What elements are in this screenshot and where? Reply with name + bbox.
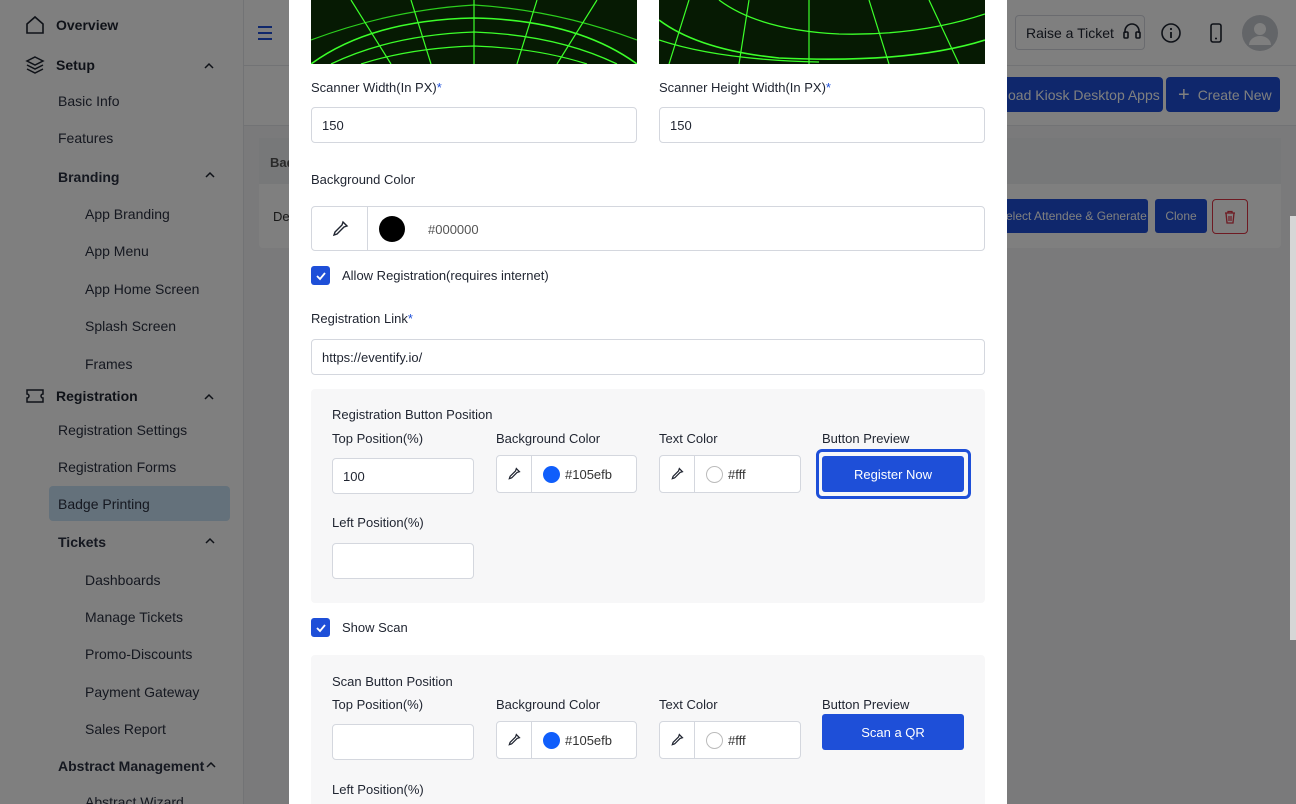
- page-scrollbar[interactable]: [1290, 216, 1296, 640]
- color-swatch[interactable]: [706, 732, 723, 749]
- registration-link-label: Registration Link*: [311, 311, 413, 326]
- scan-left-position-label: Left Position(%): [332, 782, 424, 797]
- color-swatch[interactable]: [543, 466, 560, 483]
- color-hex-value: #000000: [428, 222, 479, 237]
- check-icon: [315, 623, 326, 632]
- scanner-preview-image: [659, 0, 985, 64]
- scan-text-color-field[interactable]: #fff: [659, 721, 801, 759]
- reg-bg-color-field[interactable]: #105efb: [496, 455, 637, 493]
- scan-top-position-label: Top Position(%): [332, 697, 424, 712]
- reg-left-position-label: Left Position(%): [332, 515, 424, 530]
- eyedropper-icon[interactable]: [497, 456, 532, 492]
- reg-top-position-input[interactable]: 100: [332, 458, 474, 494]
- reg-text-color-field[interactable]: #fff: [659, 455, 801, 493]
- registration-button-title: Registration Button Position: [332, 407, 493, 422]
- eyedropper-icon[interactable]: [312, 207, 368, 250]
- reg-button-preview-label: Button Preview: [822, 431, 910, 446]
- scan-bg-color-label: Background Color: [496, 697, 601, 712]
- color-swatch[interactable]: [379, 216, 405, 242]
- scanner-height-label: Scanner Height Width(In PX)*: [659, 80, 831, 95]
- registration-link-input[interactable]: https://eventify.io/: [311, 339, 985, 375]
- reg-bg-color-label: Background Color: [496, 431, 601, 446]
- allow-registration-label: Allow Registration(requires internet): [342, 268, 549, 283]
- scanner-height-input[interactable]: 150: [659, 107, 985, 143]
- scanner-preview-image: [311, 0, 637, 64]
- reg-left-position-input[interactable]: [332, 543, 474, 579]
- color-swatch[interactable]: [706, 466, 723, 483]
- check-icon: [315, 271, 326, 280]
- eyedropper-icon[interactable]: [660, 722, 695, 758]
- color-hex-value: #105efb: [565, 733, 612, 748]
- show-scan-label: Show Scan: [342, 620, 408, 635]
- background-color-field[interactable]: #000000: [311, 206, 985, 251]
- eyedropper-icon[interactable]: [660, 456, 695, 492]
- color-swatch[interactable]: [543, 732, 560, 749]
- scanner-width-input[interactable]: 150: [311, 107, 637, 143]
- scan-button-title: Scan Button Position: [332, 674, 453, 689]
- scanner-width-label: Scanner Width(In PX)*: [311, 80, 442, 95]
- scan-bg-color-field[interactable]: #105efb: [496, 721, 637, 759]
- color-hex-value: #fff: [728, 467, 746, 482]
- allow-registration-checkbox[interactable]: [311, 266, 330, 285]
- scan-qr-preview-button[interactable]: Scan a QR: [822, 714, 964, 750]
- scan-button-preview-label: Button Preview: [822, 697, 910, 712]
- background-color-label: Background Color: [311, 172, 416, 187]
- eyedropper-icon[interactable]: [497, 722, 532, 758]
- show-scan-checkbox[interactable]: [311, 618, 330, 637]
- color-hex-value: #105efb: [565, 467, 612, 482]
- reg-top-position-label: Top Position(%): [332, 431, 424, 446]
- color-hex-value: #fff: [728, 733, 746, 748]
- register-now-preview-button[interactable]: Register Now: [822, 456, 964, 492]
- scan-top-position-input[interactable]: [332, 724, 474, 760]
- reg-text-color-label: Text Color: [659, 431, 718, 446]
- scan-text-color-label: Text Color: [659, 697, 718, 712]
